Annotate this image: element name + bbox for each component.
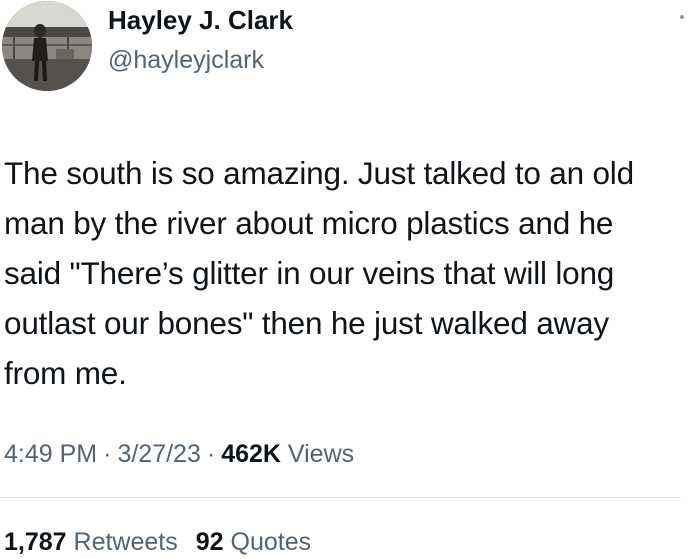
divider: [0, 497, 681, 498]
separator: ·: [103, 440, 112, 468]
tweet-text: The south is so amazing. Just talked to …: [4, 148, 694, 398]
user-handle[interactable]: @hayleyjclark: [108, 44, 293, 76]
engagement-stats: 1,787 Retweets 92 Quotes: [4, 525, 311, 559]
retweets-stat[interactable]: 1,787 Retweets: [4, 528, 178, 556]
views-label: Views: [287, 440, 355, 468]
retweets-label: Retweets: [73, 528, 178, 556]
retweets-count: 1,787: [4, 528, 67, 556]
quotes-label: Quotes: [230, 528, 312, 556]
separator: ·: [206, 440, 216, 468]
tweet-text-line: The south is so amazing. Just talked to …: [4, 155, 634, 191]
views-count: 462K: [221, 440, 281, 468]
quotes-count: 92: [195, 528, 224, 556]
tweet-text-line: said "There’s glitter in our veins that …: [4, 255, 615, 291]
tweet-text-line: from me.: [4, 355, 127, 391]
more-options-icon[interactable]: [680, 15, 684, 19]
tweet-time[interactable]: 4:49 PM: [4, 440, 97, 468]
quotes-stat[interactable]: 92 Quotes: [196, 528, 311, 556]
display-name[interactable]: Hayley J. Clark: [108, 4, 293, 36]
tweet-date[interactable]: 3/27/23: [117, 440, 200, 468]
avatar-photo: [2, 1, 92, 91]
tweet-text-line: outlast our bones" then he just walked a…: [4, 305, 609, 341]
tweet: Hayley J. Clark @hayleyjclark The south …: [0, 0, 696, 559]
author-block: Hayley J. Clark @hayleyjclark: [108, 4, 293, 76]
tweet-metadata: 4:49 PM · 3/27/23 · 462K Views: [4, 437, 354, 471]
tweet-text-line: man by the river about micro plastics an…: [4, 205, 614, 241]
avatar[interactable]: [2, 1, 92, 91]
